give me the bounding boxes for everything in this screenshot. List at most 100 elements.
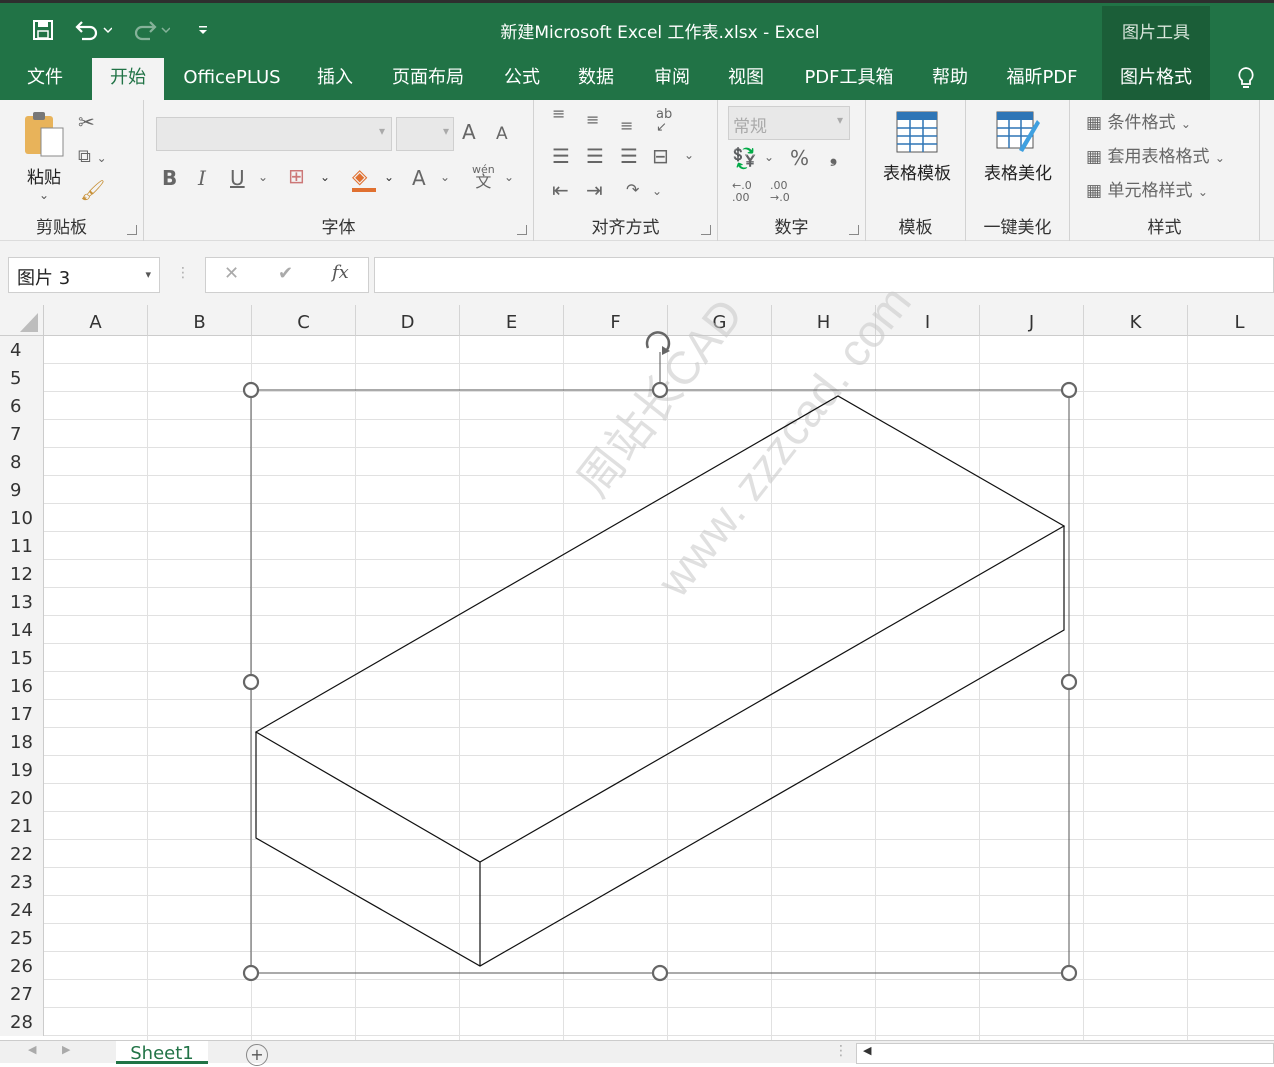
tab-help[interactable]: 帮助 <box>920 58 980 102</box>
wrap-text-icon[interactable]: ↷ <box>626 180 639 199</box>
insert-function-icon[interactable]: fx <box>332 262 349 283</box>
customize-qat-icon[interactable] <box>186 14 220 46</box>
enter-icon[interactable]: ✔ <box>278 263 293 284</box>
row-header-22[interactable]: 22 <box>0 840 44 868</box>
decrease-indent-icon[interactable]: ⇤ <box>552 178 569 202</box>
merge-center-icon[interactable]: ⊟ <box>652 144 669 168</box>
tab-foxit-pdf[interactable]: 福昕PDF <box>996 58 1088 102</box>
percent-icon[interactable]: % <box>790 146 809 170</box>
row-header-8[interactable]: 8 <box>0 448 44 476</box>
tell-me-lightbulb-icon[interactable] <box>1228 58 1264 102</box>
fill-color-icon[interactable]: ◈ <box>352 164 367 188</box>
column-header-b[interactable]: B <box>148 305 252 336</box>
merge-dropdown-icon[interactable]: ⌄ <box>684 148 694 162</box>
orientation-icon[interactable]: ab ↙ <box>656 108 672 134</box>
row-header-15[interactable]: 15 <box>0 644 44 672</box>
row-header-6[interactable]: 6 <box>0 392 44 420</box>
format-painter-icon[interactable]: 🖌 <box>80 178 105 202</box>
row-header-20[interactable]: 20 <box>0 784 44 812</box>
alignment-launcher-icon[interactable] <box>701 225 711 235</box>
accounting-dropdown-icon[interactable]: ⌄ <box>764 150 774 164</box>
tab-splitter-icon[interactable]: ⋮ <box>834 1043 848 1059</box>
select-all-button[interactable] <box>0 305 44 336</box>
italic-button[interactable]: I <box>198 166 206 190</box>
column-header-k[interactable]: K <box>1084 305 1188 336</box>
redo-icon[interactable] <box>128 14 172 46</box>
column-header-l[interactable]: L <box>1188 305 1274 336</box>
sheet-next-icon[interactable]: ▶ <box>62 1043 70 1056</box>
row-header-18[interactable]: 18 <box>0 728 44 756</box>
clipboard-launcher-icon[interactable] <box>127 225 137 235</box>
font-name-select[interactable]: ▾ <box>156 117 392 151</box>
underline-button[interactable]: U <box>230 166 245 190</box>
tab-insert[interactable]: 插入 <box>306 58 364 102</box>
top-align-icon[interactable]: ≡ <box>552 104 565 123</box>
scroll-left-icon[interactable]: ◀ <box>863 1044 871 1057</box>
underline-dropdown-icon[interactable]: ⌄ <box>258 170 268 184</box>
undo-icon[interactable] <box>70 14 114 46</box>
row-header-14[interactable]: 14 <box>0 616 44 644</box>
row-header-24[interactable]: 24 <box>0 896 44 924</box>
formula-input[interactable] <box>374 257 1274 293</box>
row-header-16[interactable]: 16 <box>0 672 44 700</box>
borders-dropdown-icon[interactable]: ⌄ <box>320 170 330 184</box>
tab-data[interactable]: 数据 <box>566 58 626 102</box>
tab-view[interactable]: 视图 <box>716 58 776 102</box>
borders-icon[interactable]: ⊞ <box>288 164 305 188</box>
row-header-27[interactable]: 27 <box>0 980 44 1008</box>
row-header-13[interactable]: 13 <box>0 588 44 616</box>
cancel-icon[interactable]: ✕ <box>224 263 239 284</box>
cell-area[interactable] <box>44 336 1274 1040</box>
font-color-icon[interactable]: A <box>412 166 426 190</box>
align-right-icon[interactable]: ☰ <box>620 144 638 168</box>
column-header-i[interactable]: I <box>876 305 980 336</box>
phonetic-dropdown-icon[interactable]: ⌄ <box>504 170 514 184</box>
fill-color-dropdown-icon[interactable]: ⌄ <box>384 170 394 184</box>
name-box[interactable]: 图片 3 ▾ <box>8 257 160 293</box>
row-header-9[interactable]: 9 <box>0 476 44 504</box>
sheet-prev-icon[interactable]: ◀ <box>28 1043 36 1056</box>
copy-icon[interactable]: ⧉ ⌄ <box>78 146 107 167</box>
paste-dropdown-icon[interactable]: ⌄ <box>18 188 70 202</box>
bottom-align-icon[interactable]: ≡ <box>620 116 633 135</box>
increase-indent-icon[interactable]: ⇥ <box>586 178 603 202</box>
bold-button[interactable]: B <box>162 166 177 190</box>
column-header-c[interactable]: C <box>252 305 356 336</box>
column-header-g[interactable]: G <box>668 305 772 336</box>
cut-icon[interactable]: ✂ <box>78 110 95 134</box>
paste-button[interactable]: 粘贴 ⌄ <box>18 110 70 202</box>
align-left-icon[interactable]: ☰ <box>552 144 570 168</box>
table-template-button[interactable]: 表格模板 <box>872 110 962 184</box>
horizontal-scrollbar[interactable]: ◀ <box>856 1043 1274 1064</box>
grow-font-icon[interactable]: A <box>462 120 476 144</box>
font-color-dropdown-icon[interactable]: ⌄ <box>440 170 450 184</box>
row-header-12[interactable]: 12 <box>0 560 44 588</box>
tab-page-layout[interactable]: 页面布局 <box>382 58 474 102</box>
row-header-17[interactable]: 17 <box>0 700 44 728</box>
row-header-10[interactable]: 10 <box>0 504 44 532</box>
tab-officeplus[interactable]: OfficePLUS <box>174 58 290 102</box>
column-header-e[interactable]: E <box>460 305 564 336</box>
align-center-icon[interactable]: ☰ <box>586 144 604 168</box>
font-size-select[interactable]: ▾ <box>396 117 454 151</box>
increase-decimal-icon[interactable]: ←.0 .00 <box>732 180 762 204</box>
shrink-font-icon[interactable]: A <box>496 124 508 144</box>
column-header-d[interactable]: D <box>356 305 460 336</box>
tab-pdf-toolbox[interactable]: PDF工具箱 <box>794 58 904 102</box>
column-header-a[interactable]: A <box>44 305 148 336</box>
save-icon[interactable] <box>26 14 60 46</box>
row-header-11[interactable]: 11 <box>0 532 44 560</box>
number-launcher-icon[interactable] <box>849 225 859 235</box>
font-launcher-icon[interactable] <box>517 225 527 235</box>
row-header-7[interactable]: 7 <box>0 420 44 448</box>
cell-styles-button[interactable]: ▦ 单元格样式 ⌄ <box>1086 176 1208 201</box>
tab-picture-format[interactable]: 图片格式 <box>1102 58 1210 102</box>
row-header-4[interactable]: 4 <box>0 336 44 364</box>
tab-review[interactable]: 审阅 <box>642 58 702 102</box>
row-header-19[interactable]: 19 <box>0 756 44 784</box>
phonetic-icon[interactable]: wén 文 <box>472 164 495 190</box>
tab-file[interactable]: 文件 <box>8 58 82 102</box>
tab-home[interactable]: 开始 <box>92 58 164 102</box>
format-as-table-button[interactable]: ▦ 套用表格格式 ⌄ <box>1086 142 1225 167</box>
wrap-dropdown-icon[interactable]: ⌄ <box>652 184 662 198</box>
